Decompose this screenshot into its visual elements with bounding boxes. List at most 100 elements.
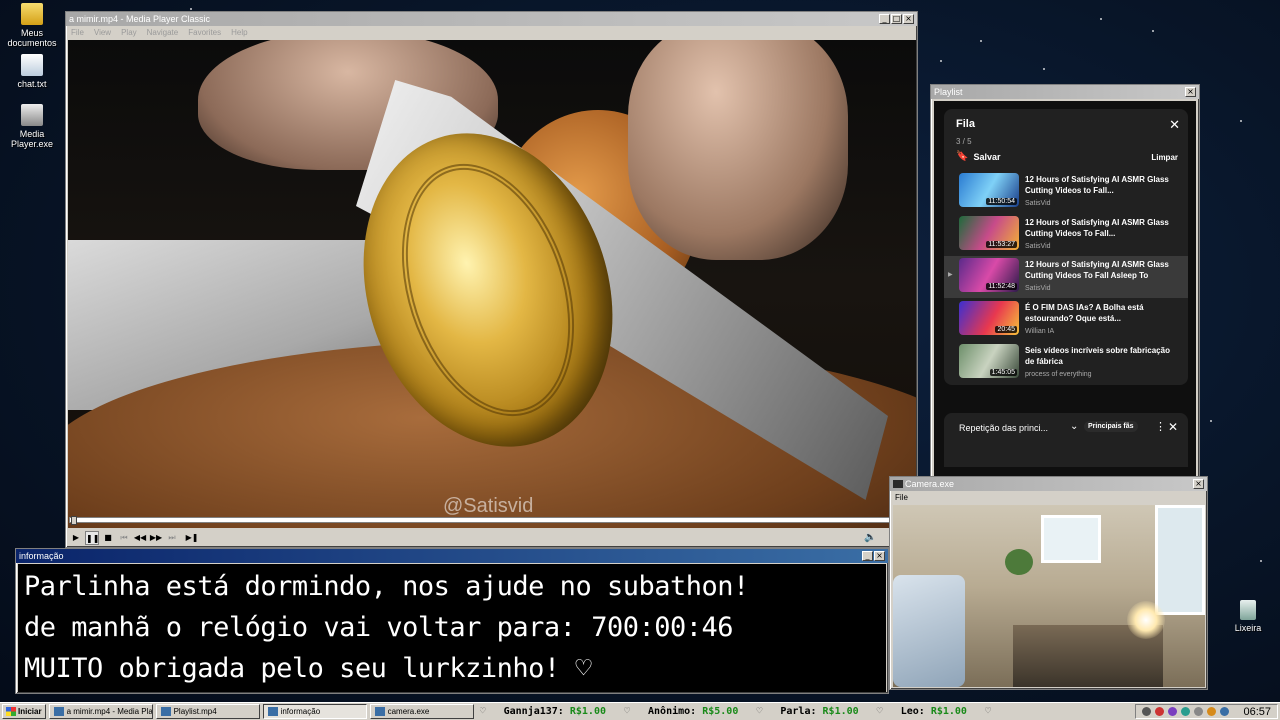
close-button[interactable]: × bbox=[1185, 87, 1196, 97]
pause-icon[interactable]: ❚❚ bbox=[85, 531, 99, 545]
channel-name: SatisVid bbox=[1025, 200, 1051, 207]
heart-icon: ♡ bbox=[984, 706, 991, 717]
info-line: MUITO obrigada pelo seu lurkzinho! ♡ bbox=[24, 653, 592, 684]
maximize-button[interactable]: □ bbox=[891, 14, 902, 24]
stop-icon[interactable]: ■ bbox=[101, 531, 115, 545]
play-icon[interactable]: ▶ bbox=[69, 531, 83, 545]
close-icon[interactable]: ✕ bbox=[1169, 118, 1180, 133]
shield-icon[interactable] bbox=[1155, 707, 1165, 716]
queue-item[interactable]: 20:45 É O FIM DAS IAs? A Bolha está esto… bbox=[944, 299, 1188, 341]
menu-bar: File bbox=[890, 491, 1207, 503]
close-button[interactable]: × bbox=[1193, 479, 1204, 489]
clock[interactable]: 06:57 bbox=[1243, 706, 1271, 718]
video-thumbnail: 11:50:54 bbox=[959, 173, 1019, 207]
chevron-down-icon[interactable]: ⌄ bbox=[1070, 421, 1078, 432]
chair bbox=[893, 575, 965, 687]
next-icon[interactable]: ⏭ bbox=[165, 531, 179, 545]
loop-card: Repetição das princi... ⌄ Principais fãs… bbox=[944, 413, 1188, 467]
media-player-icon bbox=[21, 104, 43, 126]
heart-icon: ♡ bbox=[479, 706, 486, 717]
playback-controls: ▶ ❚❚ ■ ⏮ ◀◀ ▶▶ ⏭ ▶❚ bbox=[69, 530, 199, 546]
menu-navigate[interactable]: Navigate bbox=[147, 28, 179, 37]
previous-icon[interactable]: ⏮ bbox=[117, 531, 131, 545]
windows-logo-icon bbox=[6, 707, 16, 716]
task-media-player[interactable]: a mimir.mp4 - Media Playe... bbox=[48, 704, 153, 719]
menu-help[interactable]: Help bbox=[231, 28, 247, 37]
video-thumbnail: 11:52:48 bbox=[959, 258, 1019, 292]
ticker-entry: Anônimo: R$5.00 bbox=[648, 706, 739, 717]
menu-play[interactable]: Play bbox=[121, 28, 137, 37]
media-player-window: a mimir.mp4 - Media Player Classic _ □ ×… bbox=[65, 11, 918, 548]
app-tray-icon[interactable] bbox=[1220, 707, 1230, 716]
room-window bbox=[1041, 515, 1101, 563]
channel-name: SatisVid bbox=[1025, 285, 1051, 292]
playlist-window: Playlist × Fila 3 / 5 ✕ 🔖 Salvar Limpar … bbox=[930, 84, 1200, 480]
ticker-entry: Gannja137: R$1.00 bbox=[503, 706, 606, 717]
media-player-titlebar[interactable]: a mimir.mp4 - Media Player Classic _ □ × bbox=[66, 12, 917, 26]
menu-favorites[interactable]: Favorites bbox=[188, 28, 221, 37]
queue-item-current[interactable]: ▶ 11:52:48 12 Hours of Satisfying AI ASM… bbox=[944, 256, 1188, 298]
chat-icon[interactable] bbox=[1168, 707, 1178, 716]
network-icon[interactable] bbox=[1142, 707, 1152, 716]
fans-badge[interactable]: Principais fãs bbox=[1084, 421, 1138, 432]
playlist-titlebar[interactable]: Playlist × bbox=[931, 85, 1199, 99]
menu-file[interactable]: File bbox=[71, 28, 84, 37]
menu-view[interactable]: View bbox=[94, 28, 111, 37]
camera-titlebar[interactable]: Camera.exe × bbox=[890, 477, 1207, 491]
close-button[interactable]: × bbox=[874, 551, 885, 561]
more-icon[interactable]: ⋮ bbox=[1155, 420, 1166, 433]
plant bbox=[1005, 549, 1033, 575]
desktop-icon-media-player[interactable]: Media Player.exe bbox=[0, 104, 64, 149]
fast-forward-icon[interactable]: ▶▶ bbox=[149, 531, 163, 545]
duration-badge: 11:52:48 bbox=[986, 283, 1017, 290]
now-playing-icon: ▶ bbox=[948, 272, 953, 278]
task-playlist[interactable]: Playlist.mp4 bbox=[155, 704, 260, 719]
queue-title: Fila bbox=[956, 118, 975, 130]
window-icon bbox=[160, 707, 171, 716]
info-line: de manhã o relógio vai voltar para: 700:… bbox=[24, 612, 734, 643]
system-tray: 06:57 bbox=[1135, 704, 1278, 719]
video-frame[interactable]: @Satisvid bbox=[68, 40, 916, 528]
rewind-icon[interactable]: ◀◀ bbox=[133, 531, 147, 545]
camera-feed bbox=[893, 505, 1205, 687]
task-label: Playlist.mp4 bbox=[173, 707, 217, 716]
desktop-icon-documents[interactable]: Meus documentos bbox=[0, 3, 64, 48]
menu-file[interactable]: File bbox=[895, 493, 908, 502]
close-button[interactable]: × bbox=[903, 14, 914, 24]
window-title: Camera.exe bbox=[905, 479, 955, 489]
loop-label[interactable]: Repetição das princi... bbox=[959, 423, 1048, 433]
minimize-button[interactable]: _ bbox=[879, 14, 890, 24]
save-button[interactable]: 🔖 Salvar bbox=[956, 151, 1000, 162]
minimize-button[interactable]: _ bbox=[862, 551, 873, 561]
queue-item[interactable]: 1:45:05 Seis vídeos incríveis sobre fabr… bbox=[944, 342, 1188, 384]
queue-item[interactable]: 11:50:54 12 Hours of Satisfying AI ASMR … bbox=[944, 171, 1188, 213]
channel-name: Willian IA bbox=[1025, 328, 1055, 335]
info-titlebar[interactable]: informação _ × bbox=[16, 549, 888, 563]
seek-handle[interactable] bbox=[71, 516, 77, 525]
window-icon bbox=[267, 707, 278, 716]
heart-icon: ♡ bbox=[623, 706, 631, 717]
video-title: 12 Hours of Satisfying AI ASMR Glass Cut… bbox=[1025, 260, 1169, 280]
window-title: Playlist bbox=[934, 87, 963, 97]
close-icon[interactable]: ✕ bbox=[1168, 420, 1178, 434]
volume-icon[interactable]: 🔈 bbox=[864, 532, 876, 543]
channel-name: process of everything bbox=[1025, 371, 1092, 378]
speaker-icon[interactable] bbox=[1194, 707, 1204, 716]
task-camera[interactable]: camera.exe bbox=[369, 704, 474, 719]
duration-badge: 11:53:27 bbox=[986, 241, 1017, 248]
queue-item[interactable]: 11:53:27 12 Hours of Satisfying AI ASMR … bbox=[944, 214, 1188, 256]
app-tray-icon[interactable] bbox=[1207, 707, 1217, 716]
donation-ticker: ♡ Gannja137: R$1.00 ♡ Anônimo: R$5.00 ♡ … bbox=[480, 704, 1136, 719]
clear-button[interactable]: Limpar bbox=[1151, 153, 1178, 162]
camera-icon bbox=[893, 480, 903, 488]
start-button[interactable]: Iniciar bbox=[2, 704, 46, 719]
info-window: informação _ × Parlinha está dormindo, n… bbox=[15, 548, 889, 694]
video-title: 12 Hours of Satisfying AI ASMR Glass Cut… bbox=[1025, 175, 1169, 195]
app-tray-icon[interactable] bbox=[1181, 707, 1191, 716]
frame-step-icon[interactable]: ▶❚ bbox=[185, 531, 199, 545]
desktop-icon-recycle-bin[interactable]: Lixeira bbox=[1216, 600, 1280, 633]
task-info[interactable]: informação bbox=[262, 704, 367, 719]
notepad-icon bbox=[21, 54, 43, 76]
desktop-icon-chat[interactable]: chat.txt bbox=[0, 54, 64, 89]
seek-bar[interactable] bbox=[69, 516, 914, 525]
